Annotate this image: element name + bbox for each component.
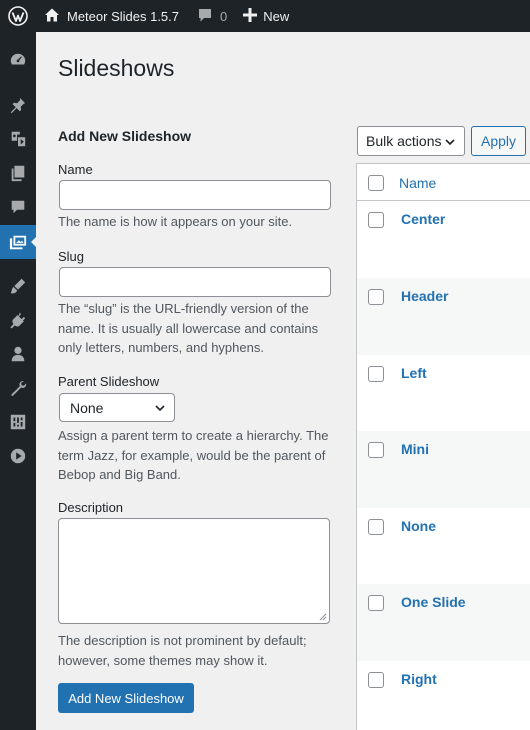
new-content-link[interactable]: New [235, 0, 297, 32]
slug-help: The “slug” is the URL-friendly version o… [58, 301, 319, 355]
comments-count: 0 [220, 8, 228, 24]
pages-icon[interactable] [0, 156, 36, 190]
table-row: Header [357, 278, 530, 355]
settings-icon[interactable] [0, 405, 36, 439]
row-checkbox[interactable] [368, 289, 384, 305]
slides-icon[interactable] [0, 225, 37, 259]
form-title: Add New Slideshow [58, 128, 192, 144]
plugins-icon[interactable] [0, 303, 36, 337]
row-checkbox[interactable] [368, 366, 384, 382]
table-row: Right [357, 661, 530, 730]
new-label: New [263, 8, 290, 24]
slug-label: Slug [58, 249, 85, 264]
row-checkbox[interactable] [368, 442, 384, 458]
page-title: Slideshows [58, 55, 175, 81]
name-input[interactable] [59, 180, 331, 210]
users-icon[interactable] [0, 337, 36, 371]
name-help: The name is how it appears on your site. [58, 214, 293, 229]
row-title-link[interactable]: Mini [401, 441, 429, 457]
description-label: Description [58, 500, 124, 515]
media-icon[interactable] [0, 122, 36, 156]
row-title-link[interactable]: None [401, 518, 436, 534]
parent-select-value: None [70, 399, 104, 416]
comments-icon[interactable] [0, 190, 36, 224]
table-row: Mini [357, 431, 530, 508]
table-row: Left [357, 355, 530, 432]
dashboard-icon[interactable] [0, 43, 36, 77]
column-name-header[interactable]: Name [399, 175, 436, 191]
parent-label: Parent Slideshow [58, 374, 160, 389]
parent-help: Assign a parent term to create a hierarc… [58, 428, 329, 482]
chevron-down-icon [445, 139, 455, 146]
description-textarea[interactable] [58, 518, 330, 624]
add-new-slideshow-button[interactable]: Add New Slideshow [58, 683, 194, 713]
play-icon[interactable] [0, 439, 36, 473]
appearance-icon[interactable] [0, 269, 36, 303]
bulk-actions-label: Bulk actions [366, 133, 442, 149]
row-title-link[interactable]: One Slide [401, 594, 466, 610]
tools-icon[interactable] [0, 371, 36, 405]
slideshows-table: Name Center Header Left Mini None One Sl… [356, 163, 530, 730]
row-checkbox[interactable] [368, 519, 384, 535]
comments-link[interactable]: 0 [189, 0, 235, 32]
wordpress-logo-icon[interactable] [0, 0, 36, 32]
resize-grip-icon[interactable] [319, 613, 327, 621]
select-all-checkbox[interactable] [368, 175, 384, 191]
admin-sidebar [0, 32, 37, 730]
row-checkbox[interactable] [368, 672, 384, 688]
table-row: One Slide [357, 584, 530, 661]
parent-select[interactable]: None [59, 393, 175, 422]
table-header: Name [357, 164, 530, 201]
admin-bar: Meteor Slides 1.5.7 0 New [0, 0, 530, 32]
plus-icon [243, 7, 258, 25]
site-name-label: Meteor Slides 1.5.7 [67, 8, 180, 24]
table-row: Center [357, 201, 530, 278]
name-label: Name [58, 162, 93, 177]
apply-button[interactable]: Apply [471, 126, 526, 156]
description-help: The description is not prominent by defa… [58, 633, 307, 668]
table-row: None [357, 508, 530, 585]
row-checkbox[interactable] [368, 212, 384, 228]
comment-bubble-icon [197, 7, 213, 26]
row-title-link[interactable]: Header [401, 288, 448, 304]
pin-icon[interactable] [0, 88, 36, 122]
row-title-link[interactable]: Right [401, 671, 437, 687]
row-checkbox[interactable] [368, 595, 384, 611]
row-title-link[interactable]: Left [401, 365, 427, 381]
main-content: Slideshows Add New Slideshow Name The na… [36, 32, 530, 730]
slug-input[interactable] [59, 267, 331, 297]
site-name-link[interactable]: Meteor Slides 1.5.7 [36, 0, 189, 32]
row-title-link[interactable]: Center [401, 211, 445, 227]
chevron-down-icon [155, 405, 165, 412]
bulk-actions-select[interactable]: Bulk actions [357, 126, 465, 156]
home-icon [44, 7, 60, 26]
